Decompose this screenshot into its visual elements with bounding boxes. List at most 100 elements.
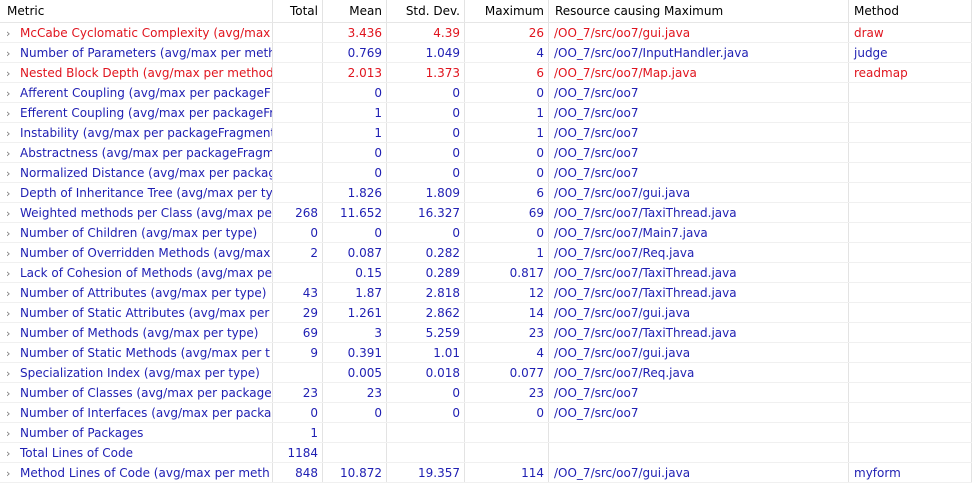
method-cell [849, 443, 972, 462]
table-row[interactable]: › Number of Interfaces (avg/max per packa… [0, 403, 972, 423]
table-row[interactable]: › Depth of Inheritance Tree (avg/max per … [0, 183, 972, 203]
chevron-right-icon[interactable]: › [6, 224, 20, 242]
table-row[interactable]: › Lack of Cohesion of Methods (avg/max pe… [0, 263, 972, 283]
chevron-right-icon[interactable]: › [6, 24, 20, 42]
metric-name: Specialization Index (avg/max per type) [20, 366, 260, 380]
column-header-metric[interactable]: Metric [0, 0, 273, 22]
chevron-right-icon[interactable]: › [6, 424, 20, 442]
chevron-right-icon[interactable]: › [6, 464, 20, 482]
resource-cell: /OO_7/src/oo7/Map.java [549, 63, 849, 82]
metric-name: Total Lines of Code [20, 446, 134, 460]
column-header-method[interactable]: Method [849, 0, 972, 22]
chevron-right-icon[interactable]: › [6, 144, 20, 162]
mean-cell: 0.15 [323, 263, 387, 282]
table-row[interactable]: › Number of Static Attributes (avg/max pe… [0, 303, 972, 323]
method-cell: myform [849, 463, 972, 482]
chevron-right-icon[interactable]: › [6, 304, 20, 322]
chevron-right-icon[interactable]: › [6, 64, 20, 82]
maximum-cell: 4 [465, 43, 549, 62]
std-dev-cell: 0.289 [387, 263, 465, 282]
table-row[interactable]: › Number of Packages 1 [0, 423, 972, 443]
resource-cell: /OO_7/src/oo7/InputHandler.java [549, 43, 849, 62]
table-row[interactable]: › Abstractness (avg/max per packageFragm 0… [0, 143, 972, 163]
chevron-right-icon[interactable]: › [6, 324, 20, 342]
chevron-right-icon[interactable]: › [6, 364, 20, 382]
chevron-right-icon[interactable]: › [6, 44, 20, 62]
table-row[interactable]: › Weighted methods per Class (avg/max pe 2… [0, 203, 972, 223]
table-row[interactable]: › Method Lines of Code (avg/max per meth 8… [0, 463, 972, 483]
maximum-cell: 14 [465, 303, 549, 322]
table-row[interactable]: › Number of Classes (avg/max per package 2… [0, 383, 972, 403]
maximum-cell: 0 [465, 163, 549, 182]
resource-cell: /OO_7/src/oo7 [549, 143, 849, 162]
mean-cell [323, 443, 387, 462]
metric-cell: › McCabe Cyclomatic Complexity (avg/max [0, 23, 273, 42]
metric-cell: › Number of Interfaces (avg/max per packa [0, 403, 273, 422]
std-dev-cell [387, 423, 465, 442]
table-row[interactable]: › Number of Methods (avg/max per type) 69 3… [0, 323, 972, 343]
chevron-right-icon[interactable]: › [6, 124, 20, 142]
metric-name: Abstractness (avg/max per packageFragm [20, 146, 273, 160]
std-dev-cell: 2.818 [387, 283, 465, 302]
metric-cell: › Number of Children (avg/max per type) [0, 223, 273, 242]
std-dev-cell: 0 [387, 383, 465, 402]
maximum-cell: 0 [465, 223, 549, 242]
chevron-right-icon[interactable]: › [6, 204, 20, 222]
maximum-cell: 1 [465, 123, 549, 142]
table-row[interactable]: › Nested Block Depth (avg/max per method 2… [0, 63, 972, 83]
chevron-right-icon[interactable]: › [6, 384, 20, 402]
chevron-right-icon[interactable]: › [6, 344, 20, 362]
chevron-right-icon[interactable]: › [6, 244, 20, 262]
column-header-mean[interactable]: Mean [323, 0, 387, 22]
table-row[interactable]: › Number of Overridden Methods (avg/max 2 0… [0, 243, 972, 263]
resource-cell [549, 443, 849, 462]
table-row[interactable]: › Number of Static Methods (avg/max per t… [0, 343, 972, 363]
table-row[interactable]: › Specialization Index (avg/max per type)… [0, 363, 972, 383]
chevron-right-icon[interactable]: › [6, 84, 20, 102]
chevron-right-icon[interactable]: › [6, 264, 20, 282]
total-cell [273, 183, 323, 202]
metric-name: Number of Classes (avg/max per package [20, 386, 272, 400]
metric-name: Number of Parameters (avg/max per meth [20, 46, 273, 60]
metrics-table: Metric Total Mean Std. Dev. Maximum Reso… [0, 0, 972, 493]
method-cell [849, 423, 972, 442]
table-row[interactable]: › Normalized Distance (avg/max per packag… [0, 163, 972, 183]
chevron-right-icon[interactable]: › [6, 404, 20, 422]
maximum-cell: 6 [465, 183, 549, 202]
mean-cell: 0 [323, 223, 387, 242]
metric-cell: › Abstractness (avg/max per packageFragm [0, 143, 273, 162]
table-row[interactable]: › Number of Parameters (avg/max per meth 0… [0, 43, 972, 63]
total-cell [273, 163, 323, 182]
table-row[interactable]: › Number of Children (avg/max per type) 0 0… [0, 223, 972, 243]
metric-cell: › Nested Block Depth (avg/max per method [0, 63, 273, 82]
std-dev-cell: 0 [387, 103, 465, 122]
resource-cell: /OO_7/src/oo7 [549, 83, 849, 102]
maximum-cell: 69 [465, 203, 549, 222]
total-cell [273, 23, 323, 42]
table-row[interactable]: › Number of Attributes (avg/max per type)… [0, 283, 972, 303]
metric-name: Number of Overridden Methods (avg/max [20, 246, 271, 260]
mean-cell: 0.391 [323, 343, 387, 362]
chevron-right-icon[interactable]: › [6, 164, 20, 182]
resource-cell: /OO_7/src/oo7 [549, 403, 849, 422]
mean-cell: 11.652 [323, 203, 387, 222]
table-row[interactable]: › Instability (avg/max per packageFragmen… [0, 123, 972, 143]
column-header-maximum[interactable]: Maximum [465, 0, 549, 22]
table-row[interactable]: › Total Lines of Code 1184 [0, 443, 972, 463]
maximum-cell: 23 [465, 323, 549, 342]
column-header-std-dev[interactable]: Std. Dev. [387, 0, 465, 22]
column-header-resource[interactable]: Resource causing Maximum [549, 0, 849, 22]
table-row[interactable]: › Efferent Coupling (avg/max per packageF… [0, 103, 972, 123]
table-row[interactable]: › Afferent Coupling (avg/max per packageF… [0, 83, 972, 103]
chevron-right-icon[interactable]: › [6, 444, 20, 462]
chevron-right-icon[interactable]: › [6, 104, 20, 122]
chevron-right-icon[interactable]: › [6, 284, 20, 302]
maximum-cell: 4 [465, 343, 549, 362]
resource-cell: /OO_7/src/oo7/gui.java [549, 343, 849, 362]
column-header-total[interactable]: Total [273, 0, 323, 22]
method-cell [849, 183, 972, 202]
chevron-right-icon[interactable]: › [6, 184, 20, 202]
method-cell: draw [849, 23, 972, 42]
mean-cell: 3 [323, 323, 387, 342]
table-row[interactable]: › McCabe Cyclomatic Complexity (avg/max 3.… [0, 23, 972, 43]
